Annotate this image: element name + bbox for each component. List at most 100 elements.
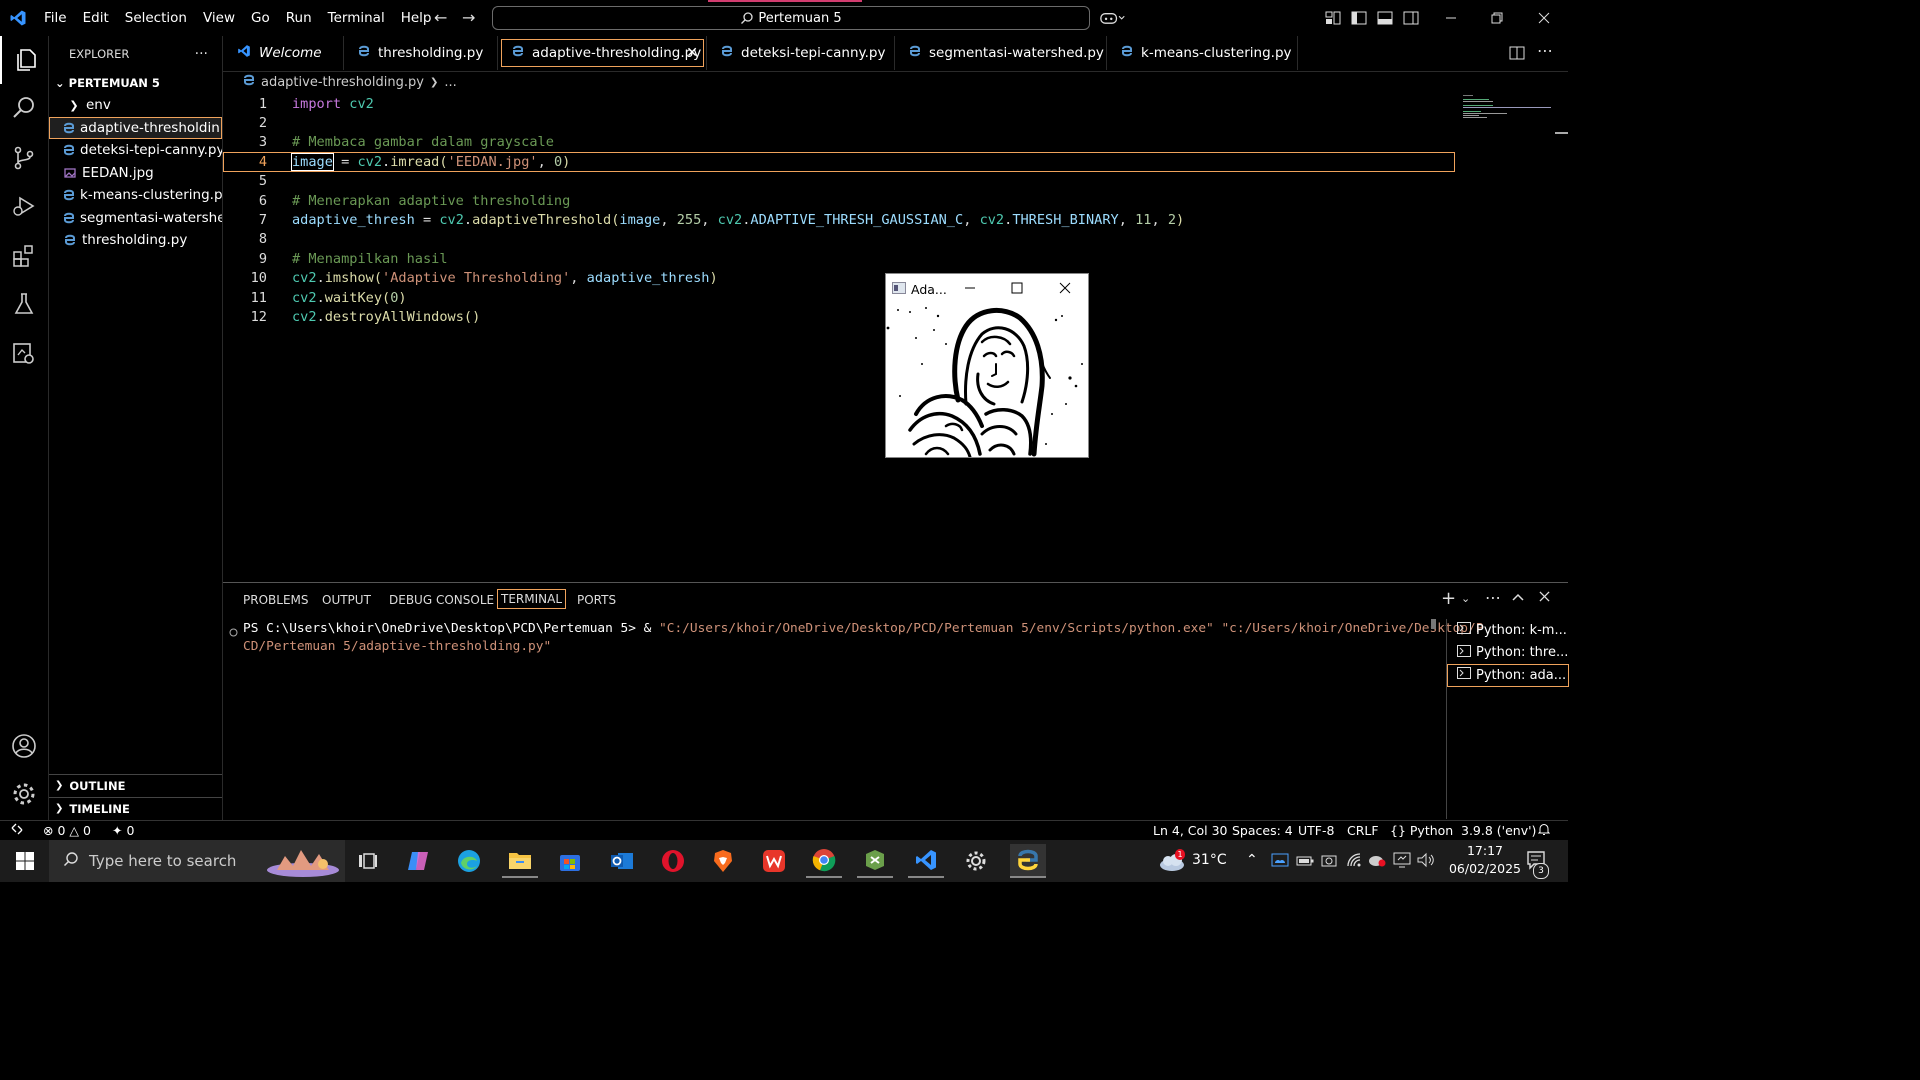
clock-date[interactable]: 06/02/2025 (1443, 861, 1527, 876)
minimap[interactable] (1461, 94, 1553, 134)
close-panel-icon[interactable] (1539, 591, 1550, 606)
source-control-icon[interactable] (0, 134, 48, 182)
back-arrow-icon[interactable]: ← (434, 8, 447, 27)
encoding[interactable]: UTF-8 (1298, 823, 1334, 838)
new-terminal-icon[interactable]: + (1441, 588, 1456, 609)
file-explorer-icon[interactable] (502, 844, 538, 878)
outline-section[interactable]: ❯ OUTLINE (49, 774, 222, 796)
problems-indicator[interactable]: ⊗ 0 △ 0 (43, 823, 91, 838)
terminal-item-thresholding[interactable]: Python: thre... (1447, 642, 1569, 665)
workspace-folder[interactable]: ⌄ PERTEMUAN 5 (49, 72, 222, 94)
maximize-panel-icon[interactable] (1512, 591, 1524, 606)
menu-go[interactable]: Go (243, 10, 278, 26)
taskbar-search[interactable]: Type here to search (49, 840, 345, 882)
menu-selection[interactable]: Selection (117, 10, 195, 26)
battery-icon[interactable] (1296, 855, 1314, 870)
notifications-bell-icon[interactable] (1537, 823, 1551, 839)
tab-adaptive-thresholding[interactable]: adaptive-thresholding.py ✕ (498, 36, 707, 70)
display-icon[interactable] (1393, 852, 1411, 872)
brave-browser-icon[interactable] (705, 844, 741, 878)
terminal-item-k-means[interactable]: Python: k-m... (1447, 619, 1569, 642)
tab-welcome[interactable]: Welcome (223, 36, 344, 70)
opera-browser-icon[interactable] (655, 844, 691, 878)
breadcrumb-symbol[interactable]: ... (444, 75, 456, 90)
microsoft-store-icon[interactable] (552, 844, 588, 878)
weather-temperature[interactable]: 31°C (1192, 852, 1227, 868)
tree-item-segmentasi-watershed[interactable]: segmentasi-watershe... (49, 207, 222, 230)
terminal-item-adaptive[interactable]: Python: ada... (1447, 664, 1569, 687)
tree-item-eedan-jpg[interactable]: EEDAN.jpg (49, 162, 222, 185)
snipping-app-icon[interactable] (857, 844, 893, 878)
minimize-window-icon[interactable] (964, 282, 976, 297)
more-actions-icon[interactable]: ⋯ (1485, 588, 1501, 607)
tab-k-means-clustering[interactable]: k-means-clustering.py (1107, 36, 1298, 70)
explorer-more-button[interactable]: ··· (195, 46, 208, 62)
timeline-section[interactable]: ❯ TIMELINE (49, 797, 222, 819)
menu-terminal[interactable]: Terminal (320, 10, 393, 26)
breadcrumb-file[interactable]: adaptive-thresholding.py (261, 75, 424, 90)
toggle-panel-icon[interactable] (1372, 6, 1398, 30)
tree-item-thresholding[interactable]: thresholding.py (49, 229, 222, 252)
tray-chevron-up-icon[interactable]: ⌃ (1246, 852, 1258, 868)
vpn-status-icon[interactable] (1368, 853, 1386, 871)
more-actions-icon[interactable]: ⋯ (1537, 41, 1553, 60)
camera-icon[interactable] (1321, 853, 1337, 871)
volume-icon[interactable] (1417, 852, 1435, 872)
tab-thresholding[interactable]: thresholding.py (344, 36, 498, 70)
close-tab-icon[interactable]: ✕ (686, 45, 698, 61)
customize-layout-icon[interactable] (1320, 6, 1346, 30)
copilot-app-icon[interactable] (400, 844, 436, 878)
command-center-search[interactable]: Pertemuan 5 (492, 6, 1090, 30)
tree-item-env[interactable]: ❯ env (49, 94, 222, 117)
split-editor-icon[interactable] (1509, 45, 1525, 65)
minimize-window-icon[interactable] (1438, 6, 1464, 30)
menu-help[interactable]: Help (393, 10, 440, 26)
menu-file[interactable]: File (36, 10, 75, 26)
maximize-window-icon[interactable] (1011, 282, 1023, 297)
tab-deteksi-tepi-canny[interactable]: deteksi-tepi-canny.py (707, 36, 895, 70)
python-app-icon[interactable] (1010, 844, 1046, 878)
extensions-icon[interactable] (0, 232, 48, 280)
remote-indicator-icon[interactable] (11, 823, 23, 838)
explorer-icon[interactable] (0, 36, 50, 84)
tree-item-k-means-clustering[interactable]: k-means-clustering.py (49, 184, 222, 207)
manage-gear-icon[interactable] (0, 770, 48, 818)
tree-item-adaptive-thresholding[interactable]: adaptive-thresholdin... (49, 116, 222, 139)
line-ending[interactable]: CRLF (1347, 823, 1379, 838)
menu-edit[interactable]: Edit (75, 10, 117, 26)
close-window-icon[interactable] (1531, 6, 1557, 30)
menu-view[interactable]: View (195, 10, 243, 26)
preview-title-bar[interactable]: Ada... (886, 274, 1088, 305)
outlook-icon[interactable] (604, 844, 640, 878)
language-mode[interactable]: {} Python (1390, 823, 1453, 838)
tab-output[interactable]: OUTPUT (322, 593, 371, 607)
python-interpreter[interactable]: 3.9.8 ('env') (1461, 823, 1536, 838)
tab-problems[interactable]: PROBLEMS (243, 593, 309, 607)
menu-run[interactable]: Run (278, 10, 320, 26)
cursor-position[interactable]: Ln 4, Col 30 (1153, 823, 1228, 838)
ports-indicator[interactable]: ✦ 0 (112, 823, 134, 838)
chrome-browser-icon[interactable] (806, 844, 842, 878)
terminal-scrollbar[interactable] (1431, 619, 1436, 629)
accounts-icon[interactable] (0, 722, 48, 770)
toggle-sidebar-icon[interactable] (1346, 6, 1372, 30)
tab-terminal[interactable]: TERMINAL (496, 589, 567, 609)
search-activity-icon[interactable] (0, 84, 48, 132)
tab-segmentasi-watershed[interactable]: segmentasi-watershed.py (895, 36, 1107, 70)
close-window-icon[interactable] (1059, 282, 1071, 297)
remote-explorer-icon[interactable] (0, 330, 48, 378)
onedrive-icon[interactable] (1271, 853, 1289, 871)
settings-gear-icon[interactable] (958, 844, 994, 878)
terminal-output[interactable]: PS C:\Users\khoir\OneDrive\Desktop\PCD\P… (223, 619, 1483, 819)
opencv-preview-window[interactable]: Ada... (885, 273, 1089, 458)
task-view-icon[interactable] (350, 844, 386, 878)
windows-start-icon[interactable] (7, 844, 43, 878)
vscode-taskbar-icon[interactable] (908, 844, 944, 878)
forward-arrow-icon[interactable]: → (462, 8, 475, 27)
tab-ports[interactable]: PORTS (577, 593, 616, 607)
toggle-secondary-sidebar-icon[interactable] (1398, 6, 1424, 30)
wps-office-icon[interactable] (756, 844, 792, 878)
edge-browser-icon[interactable] (451, 844, 487, 878)
clock-time[interactable]: 17:17 (1460, 843, 1510, 858)
chevron-down-icon[interactable]: ⌄ (1461, 592, 1470, 605)
